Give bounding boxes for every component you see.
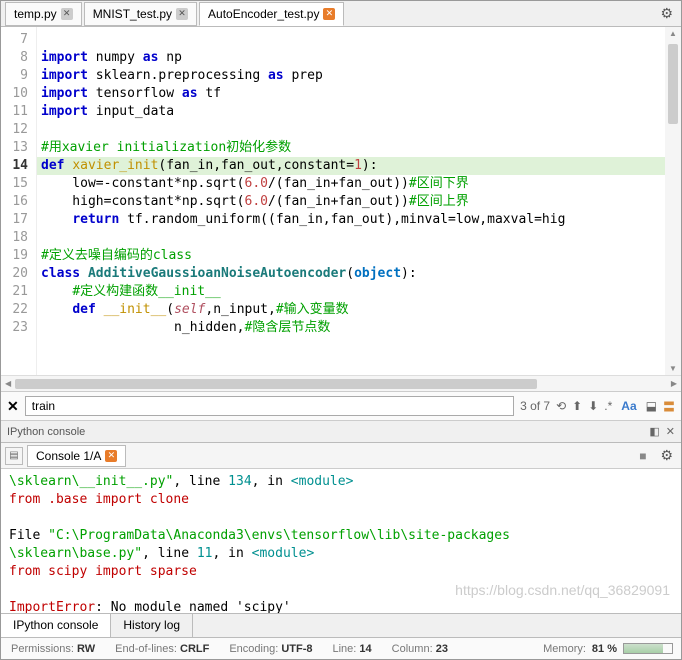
console-tab[interactable]: Console 1/A ✕ — [27, 445, 126, 467]
scroll-up-icon[interactable]: ▲ — [669, 29, 677, 38]
code-line[interactable]: return tf.random_uniform((fan_in,fan_out… — [37, 211, 665, 229]
panel-undock-icon[interactable]: ◧ — [649, 425, 659, 438]
tab-ipython-console[interactable]: IPython console — [1, 614, 111, 637]
tab-label: MNIST_test.py — [93, 7, 172, 21]
code-line[interactable]: def xavier_init(fan_in,fan_out,constant=… — [37, 157, 665, 175]
code-line[interactable]: def __init__(self,n_input,#输入变量数 — [37, 301, 665, 319]
editor-scrollbar-horizontal[interactable]: ◀ ▶ — [1, 375, 681, 391]
close-icon[interactable]: ✕ — [176, 8, 188, 20]
gear-icon[interactable]: ⚙ — [656, 443, 677, 468]
console-panel-header: IPython console ◧ ✕ — [1, 421, 681, 443]
find-match-count: 3 of 7 — [520, 399, 550, 413]
scroll-right-icon[interactable]: ▶ — [667, 379, 681, 388]
console-panel-title: IPython console — [7, 426, 85, 438]
editor-tab[interactable]: temp.py ✕ — [5, 2, 82, 26]
find-close-icon[interactable]: ✕ — [7, 398, 19, 415]
code-editor[interactable]: 7891011121314151617181920212223 import n… — [1, 27, 681, 375]
code-line[interactable]: n_hidden,#隐含层节点数 — [37, 319, 665, 337]
scroll-thumb[interactable] — [668, 44, 678, 124]
console-output[interactable]: \sklearn\__init__.py", line 134, in <mod… — [1, 469, 681, 613]
console-text: from scipy import sparse — [9, 563, 673, 581]
panel-close-icon[interactable]: ✕ — [666, 425, 675, 438]
console-error: ImportError — [9, 600, 95, 613]
console-tabbar: ▤ Console 1/A ✕ ■ ⚙ — [1, 443, 681, 469]
find-regex-icon[interactable]: .* — [604, 399, 612, 413]
close-icon[interactable]: ✕ — [105, 450, 117, 462]
code-line[interactable] — [37, 121, 665, 139]
code-line[interactable]: import tensorflow as tf — [37, 85, 665, 103]
gear-icon[interactable]: ⚙ — [656, 1, 677, 26]
code-line[interactable] — [37, 31, 665, 49]
editor-tab[interactable]: AutoEncoder_test.py ✕ — [199, 2, 344, 26]
find-down-icon[interactable]: ⬇ — [588, 399, 598, 413]
console-tablist-icon[interactable]: ▤ — [5, 447, 23, 465]
scroll-down-icon[interactable]: ▼ — [669, 364, 677, 373]
console-text: \sklearn\__init__.py" — [9, 474, 173, 489]
status-column: 23 — [436, 643, 448, 655]
status-permissions: RW — [77, 643, 95, 655]
tab-label: AutoEncoder_test.py — [208, 7, 319, 21]
console-stop-icon[interactable]: ■ — [639, 449, 646, 463]
code-line[interactable] — [37, 229, 665, 247]
editor-scrollbar-vertical[interactable]: ▲ ▼ — [665, 27, 681, 375]
scroll-thumb-h[interactable] — [15, 379, 536, 389]
scroll-left-icon[interactable]: ◀ — [1, 379, 15, 388]
status-memory: 81 % — [592, 643, 617, 655]
console-tab-label: Console 1/A — [36, 449, 101, 463]
close-icon[interactable]: ✕ — [61, 8, 73, 20]
code-line[interactable]: import numpy as np — [37, 49, 665, 67]
code-line[interactable]: #定义去噪自编码的class — [37, 247, 665, 265]
console-text: from .base import clone — [9, 491, 673, 509]
status-bar: Permissions: RW End-of-lines: CRLF Encod… — [1, 637, 681, 659]
code-line[interactable]: class AdditiveGaussioanNoiseAutoencoder(… — [37, 265, 665, 283]
code-line[interactable]: import input_data — [37, 103, 665, 121]
editor-tabbar: temp.py✕MNIST_test.py✕AutoEncoder_test.p… — [1, 1, 681, 27]
find-prev-icon[interactable]: ⟲ — [556, 399, 566, 413]
find-case-icon[interactable]: Aa — [618, 397, 639, 415]
status-encoding: UTF-8 — [281, 643, 312, 655]
memory-bar — [623, 643, 673, 654]
code-line[interactable]: low=-constant*np.sqrt(6.0/(fan_in+fan_ou… — [37, 175, 665, 193]
tab-label: temp.py — [14, 7, 57, 21]
editor-tab[interactable]: MNIST_test.py ✕ — [84, 2, 197, 26]
status-line: 14 — [359, 643, 371, 655]
code-line[interactable]: #用xavier initialization初始化参数 — [37, 139, 665, 157]
status-eol: CRLF — [180, 643, 209, 655]
code-line[interactable]: #定义构建函数__init__ — [37, 283, 665, 301]
find-input[interactable] — [25, 396, 514, 416]
bottom-tabbar: IPython console History log — [1, 613, 681, 637]
find-up-icon[interactable]: ⬆ — [572, 399, 582, 413]
find-bar: ✕ 3 of 7 ⟲ ⬆ ⬇ .* Aa ⬓ 〓 — [1, 391, 681, 421]
close-icon[interactable]: ✕ — [323, 8, 335, 20]
find-options-icon[interactable]: 〓 — [663, 398, 675, 415]
code-line[interactable]: high=constant*np.sqrt(6.0/(fan_in+fan_ou… — [37, 193, 665, 211]
tab-history-log[interactable]: History log — [111, 614, 193, 637]
code-area[interactable]: import numpy as npimport sklearn.preproc… — [37, 27, 665, 375]
code-line[interactable]: import sklearn.preprocessing as prep — [37, 67, 665, 85]
line-gutter: 7891011121314151617181920212223 — [1, 27, 37, 375]
find-word-icon[interactable]: ⬓ — [646, 399, 657, 413]
